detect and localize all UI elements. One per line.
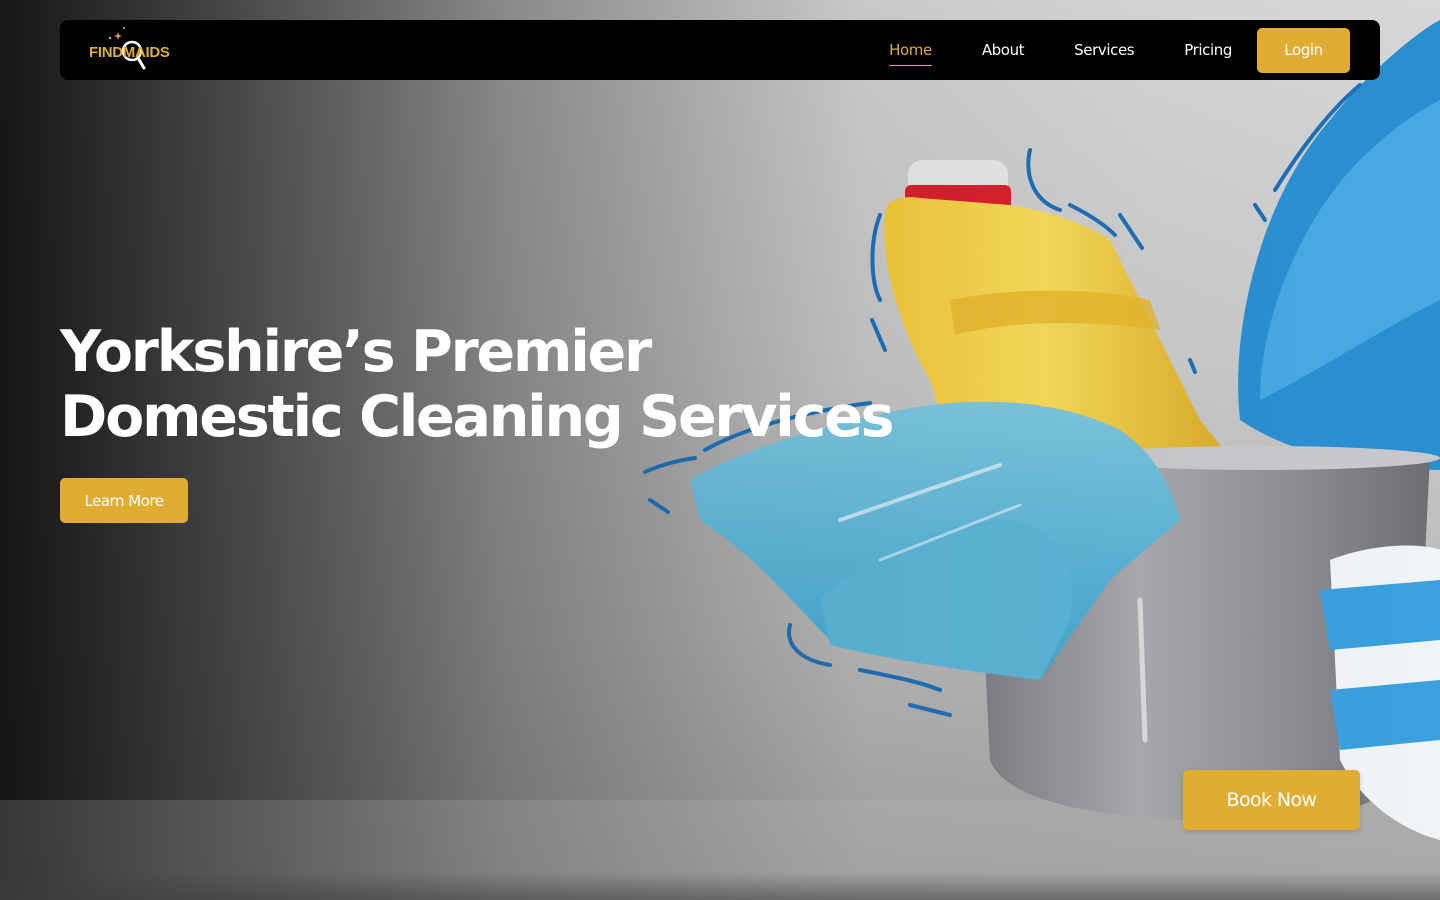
- navbar: FINDMAIDS Home About Services Pricing Lo…: [60, 20, 1380, 80]
- cleaning-supplies-image: [0, 0, 1440, 900]
- primary-nav: Home About Services Pricing Login: [889, 20, 1350, 80]
- login-button[interactable]: Login: [1257, 27, 1350, 73]
- hero-headline-line-2: Domestic Cleaning Services: [60, 384, 895, 450]
- hero-headline-line-1: Yorkshire’s Premier: [60, 319, 652, 385]
- logo-text: FINDMAIDS: [89, 44, 170, 61]
- nav-link-services[interactable]: Services: [1074, 41, 1134, 59]
- learn-more-button[interactable]: Learn More: [60, 478, 188, 523]
- nav-link-about[interactable]: About: [982, 41, 1025, 59]
- findmaids-logo[interactable]: FINDMAIDS: [88, 24, 188, 78]
- hero-headline: Yorkshire’s Premier Domestic Cleaning Se…: [60, 319, 895, 450]
- book-now-button[interactable]: Book Now: [1183, 770, 1360, 830]
- hero-floor-shadow: [0, 872, 1440, 900]
- hero-background: [0, 0, 1440, 900]
- nav-link-pricing[interactable]: Pricing: [1184, 41, 1232, 59]
- nav-link-home[interactable]: Home: [889, 41, 932, 66]
